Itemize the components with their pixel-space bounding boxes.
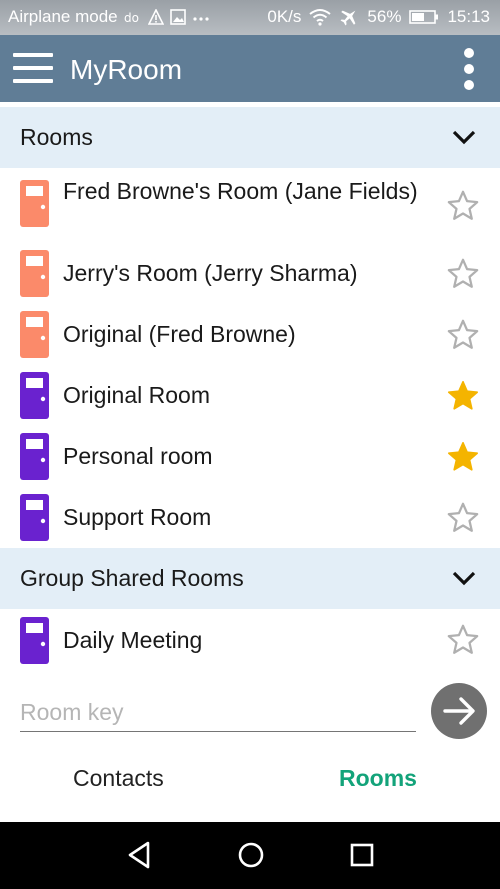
section-header-rooms[interactable]: Rooms [0, 107, 500, 168]
door-icon [20, 311, 49, 358]
star-outline-icon[interactable] [446, 623, 480, 657]
chevron-down-icon [452, 130, 476, 145]
room-key-field[interactable] [20, 697, 416, 732]
room-item[interactable]: Personal room [0, 430, 500, 486]
warning-icon [147, 9, 164, 25]
star-outline-icon[interactable] [446, 501, 480, 535]
door-icon [20, 617, 49, 664]
airplane-mode-label: Airplane mode [8, 7, 118, 26]
battery-percent: 56% [367, 7, 402, 26]
wifi-icon [309, 8, 332, 26]
recents-icon[interactable] [349, 840, 375, 870]
home-icon[interactable] [236, 840, 266, 870]
room-item[interactable]: Jerry's Room (Jerry Sharma) [0, 247, 500, 303]
room-name: Daily Meeting [63, 627, 203, 653]
star-outline-icon[interactable] [446, 318, 480, 352]
go-button[interactable] [431, 683, 487, 739]
room-name: Original (Fred Browne) [63, 321, 296, 347]
room-name: Support Room [63, 504, 212, 530]
back-icon[interactable] [126, 840, 154, 870]
battery-icon [409, 9, 439, 25]
room-name: Original Room [63, 382, 210, 408]
airplane-icon [339, 8, 359, 26]
tab-contacts[interactable]: Contacts [73, 765, 164, 792]
kebab-icon[interactable] [462, 48, 476, 90]
room-name: Jerry's Room (Jerry Sharma) [63, 260, 358, 286]
clock: 15:13 [447, 7, 490, 26]
network-speed: 0K/s [267, 7, 302, 26]
section-header-group-shared-rooms[interactable]: Group Shared Rooms [0, 548, 500, 609]
star-outline-icon[interactable] [446, 257, 480, 291]
door-icon [20, 372, 49, 419]
section-label: Rooms [20, 124, 93, 150]
system-nav-bar [0, 822, 500, 889]
room-key-input[interactable] [20, 697, 416, 727]
image-icon [169, 9, 186, 25]
app-bar: MyRoom [0, 35, 500, 102]
star-outline-icon[interactable] [446, 189, 480, 223]
star-filled-icon[interactable] [446, 440, 480, 474]
door-icon [20, 433, 49, 480]
arrow-right-icon [443, 697, 475, 725]
svg-text:do: do [124, 11, 139, 25]
tab-rooms[interactable]: Rooms [339, 765, 417, 792]
door-icon [20, 494, 49, 541]
app-title: MyRoom [70, 54, 183, 85]
room-item[interactable]: Original Room [0, 369, 500, 425]
section-label: Group Shared Rooms [20, 565, 244, 591]
room-item[interactable]: Original (Fred Browne) [0, 308, 500, 364]
door-icon [20, 250, 49, 297]
room-item[interactable]: Daily Meeting [0, 614, 500, 670]
room-item[interactable]: Fred Browne's Room (Jane Fields) [0, 168, 500, 247]
more-dots-icon [192, 9, 210, 25]
star-filled-icon[interactable] [446, 379, 480, 413]
volte-icon: do [124, 9, 142, 25]
hamburger-icon[interactable] [13, 53, 53, 84]
room-name: Fred Browne's Room (Jane Fields) [63, 178, 418, 204]
room-item[interactable]: Support Room [0, 491, 500, 547]
status-bar: Airplane mode do 0K/s 56% 15:13 [0, 0, 500, 35]
chevron-down-icon [452, 571, 476, 586]
room-name: Personal room [63, 443, 213, 469]
door-icon [20, 180, 49, 227]
